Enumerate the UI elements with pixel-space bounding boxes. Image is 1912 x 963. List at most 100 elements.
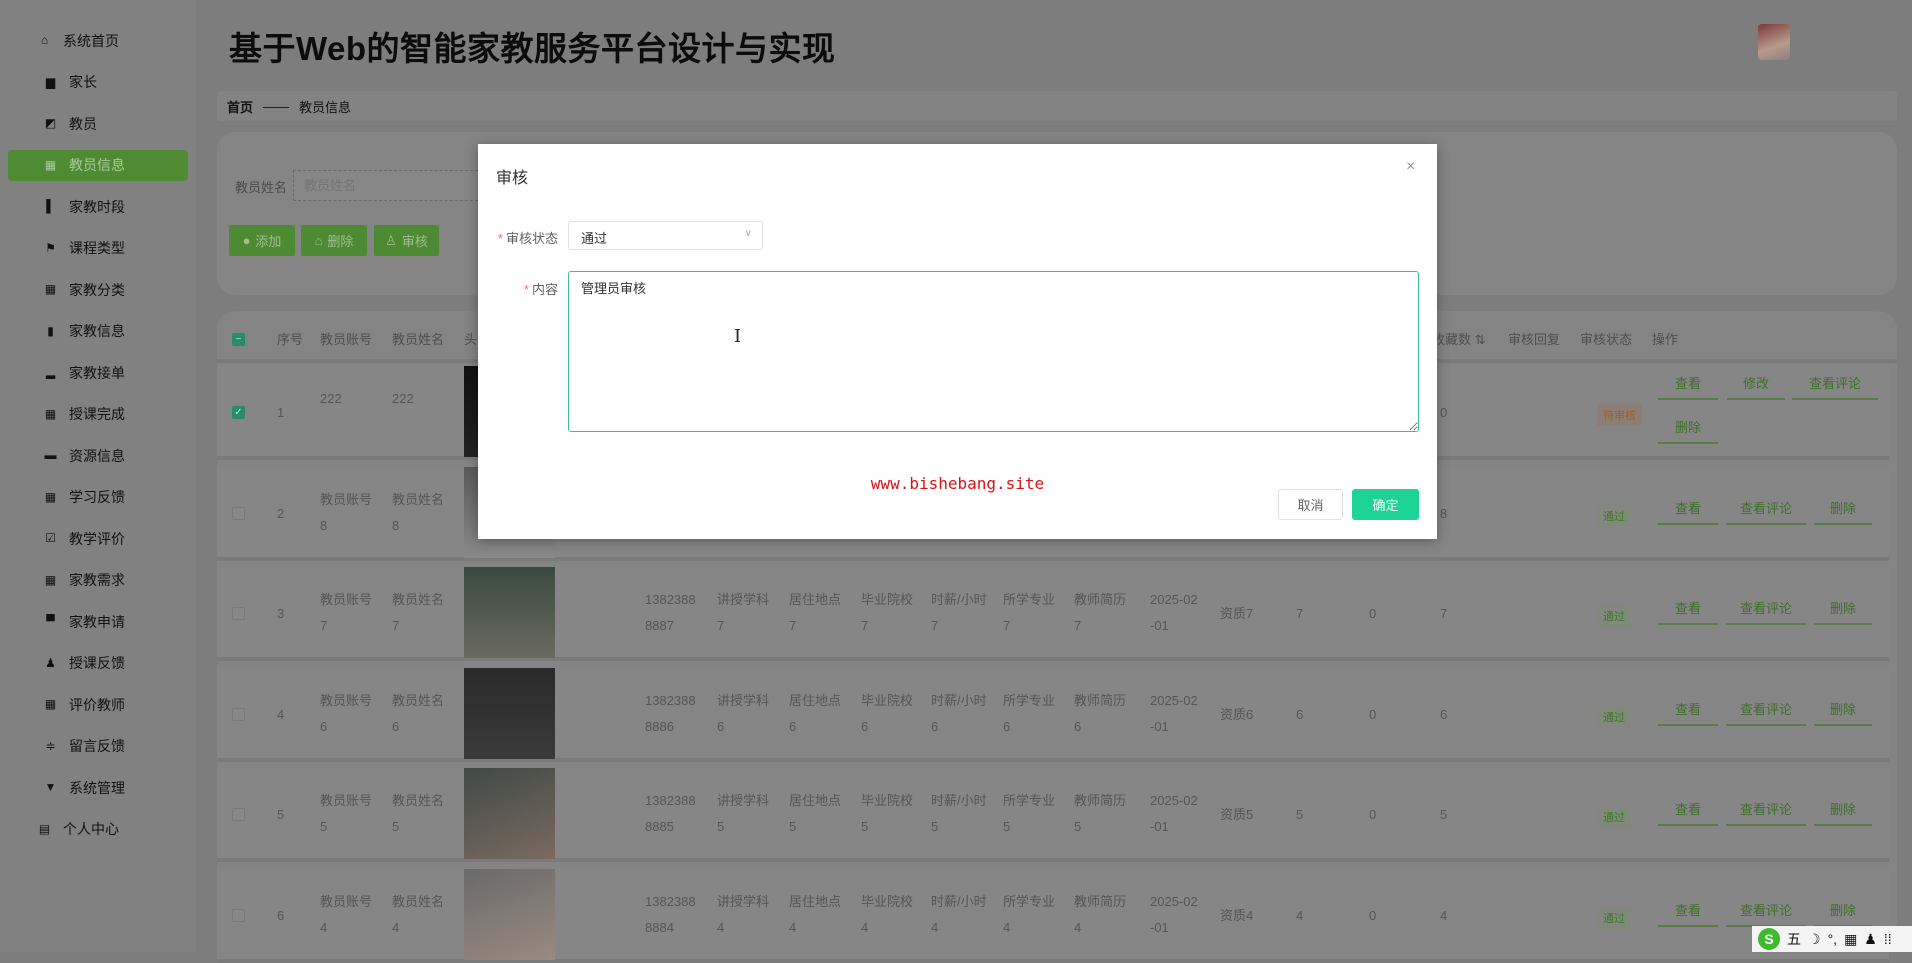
row-checkbox[interactable]	[232, 707, 245, 721]
sidebar-item[interactable]: ▦ 教员信息	[8, 149, 188, 181]
teacher-photo[interactable]	[464, 768, 555, 859]
action-button[interactable]: 查看	[1658, 796, 1718, 826]
ime-item[interactable]: ♟	[1864, 931, 1877, 948]
cell-wage: 时薪/小时6	[931, 692, 987, 734]
add-button[interactable]: ● 添加	[229, 225, 295, 256]
row-checkbox[interactable]	[232, 808, 245, 821]
status-badge: 通过	[1597, 504, 1631, 527]
chevron-down-icon: ∨	[744, 228, 752, 239]
sidebar-item[interactable]: ▦ 家教分类	[8, 274, 188, 305]
audit-label: 审核	[401, 234, 428, 249]
sidebar-item[interactable]: ◩ 教员	[8, 108, 188, 139]
sidebar-item-label: 家教分类	[69, 281, 125, 298]
sidebar-item[interactable]: ▬ 资源信息	[8, 440, 188, 471]
table-row: 3 教员账号7 教员姓名7 13823888887 讲授学科7 居住地点7 毕业院校7 时薪/…	[217, 567, 1889, 661]
header-index: 序号	[277, 332, 304, 347]
cell-index: 3	[277, 606, 285, 621]
cell-index: 4	[277, 706, 285, 722]
action-button[interactable]: 查看评论	[1726, 796, 1806, 826]
cell-qual: 资质6	[1220, 706, 1254, 722]
header-status: 审核状态	[1580, 332, 1633, 347]
audit-button[interactable]: ♙ 审核	[374, 225, 439, 256]
delete-button[interactable]: ⌂ 删除	[301, 225, 367, 256]
sidebar-item[interactable]: ♟ 授课反馈	[8, 648, 188, 679]
cell-name: 教员姓名4	[392, 893, 445, 935]
sidebar: ⌂ 系统首页 ▆ 家长 ◩ 教员 ▦ 教员信息 ▌ 家教时段 ⚑ 课程类型 ▦ 家教分类 ▮ 家教信息 ▂ 家教接…	[0, 0, 196, 952]
confirm-button[interactable]: 确定	[1352, 489, 1419, 520]
close-icon[interactable]: ×	[1406, 158, 1415, 176]
sidebar-item[interactable]: ▤ 个人中心	[8, 814, 188, 845]
sidebar-item-label: 教学评价	[69, 530, 125, 547]
cell-major: 所学专业4	[1003, 893, 1056, 935]
ime-mode[interactable]: 五	[1787, 929, 1801, 949]
select-all-checkbox[interactable]: −	[232, 333, 245, 346]
sidebar-item-label: 教员	[69, 115, 97, 132]
pushpin-icon: ▼	[44, 780, 57, 794]
ime-toolbar[interactable]: S 五 ☽ °, ▦ ♟ ⁞⁞	[1752, 926, 1912, 952]
user-avatar[interactable]	[1758, 24, 1790, 60]
row-checkbox[interactable]	[232, 908, 245, 922]
action-button[interactable]: 查看评论	[1726, 595, 1806, 625]
row-checkbox[interactable]	[232, 506, 245, 520]
cell-n3: 0	[1440, 405, 1448, 420]
user-icon: ♟	[45, 655, 56, 670]
sidebar-item[interactable]: ▼ 系统管理	[8, 772, 188, 803]
content-label: * 内容	[523, 282, 558, 297]
ime-item[interactable]: ⁞⁞	[1884, 931, 1892, 947]
text-cursor-icon: I	[734, 326, 742, 347]
cell-address: 居住地点5	[789, 793, 842, 834]
breadcrumb-home[interactable]: 首页	[227, 97, 253, 116]
action-button[interactable]: 删除	[1814, 595, 1872, 625]
sidebar-item[interactable]: ▦ 家教需求	[8, 565, 188, 596]
action-button[interactable]: 修改	[1727, 370, 1785, 400]
action-button[interactable]: 查看	[1658, 696, 1718, 726]
action-button[interactable]: 查看评论	[1792, 370, 1878, 400]
sidebar-item[interactable]: ▦ 学习反馈	[8, 482, 188, 513]
teacher-photo[interactable]	[464, 868, 555, 960]
sidebar-item[interactable]: ▆ 家长	[8, 67, 188, 98]
sidebar-item[interactable]: ▂ 家教接单	[8, 357, 188, 388]
ime-item[interactable]: ▦	[1844, 931, 1857, 948]
cell-subject: 讲授学科6	[717, 692, 770, 734]
sidebar-item[interactable]: ▦ 评价教师	[8, 689, 188, 720]
teacher-photo[interactable]	[464, 567, 555, 658]
action-button[interactable]: 删除	[1814, 897, 1872, 927]
sidebar-item[interactable]: ⌂ 系统首页	[8, 25, 188, 56]
home-icon: ⌂	[40, 33, 49, 47]
sidebar-item[interactable]: ▦ 授课完成	[8, 399, 188, 430]
action-button[interactable]: 删除	[1814, 495, 1872, 525]
audit-status-select[interactable]: 通过 ∨	[568, 221, 763, 250]
audit-content-textarea[interactable]: 管理员审核	[568, 271, 1419, 432]
action-button[interactable]: 查看评论	[1726, 696, 1806, 726]
action-button[interactable]: 查看	[1658, 370, 1718, 400]
action-button[interactable]: 查看	[1658, 897, 1718, 927]
ime-item[interactable]: °,	[1828, 931, 1838, 947]
teacher-name-search-input[interactable]	[293, 170, 483, 201]
sidebar-item[interactable]: ▌ 家教时段	[8, 191, 188, 222]
action-button[interactable]: 查看评论	[1726, 897, 1806, 927]
action-button[interactable]: 查看评论	[1726, 495, 1806, 525]
sidebar-item[interactable]: ☑ 教学评价	[8, 523, 188, 554]
sidebar-item[interactable]: ▀ 家教申请	[8, 606, 188, 637]
row-checkbox[interactable]: ✓	[232, 406, 245, 419]
cell-n1: 4	[1296, 907, 1304, 923]
action-button[interactable]: 查看	[1658, 595, 1718, 625]
action-button[interactable]: 删除	[1814, 696, 1872, 726]
ime-item[interactable]: ☽	[1808, 931, 1821, 948]
action-button[interactable]: 查看	[1658, 495, 1718, 525]
action-button[interactable]: 删除	[1814, 796, 1872, 826]
sidebar-item[interactable]: ⚑ 课程类型	[8, 233, 188, 264]
status-label: * 审核状态	[497, 231, 558, 246]
row-checkbox[interactable]	[232, 607, 245, 620]
action-button[interactable]: 删除	[1658, 414, 1718, 444]
teacher-photo[interactable]	[464, 667, 555, 759]
cell-date: 2025-02-01	[1150, 793, 1198, 834]
sidebar-item[interactable]: ≑ 留言反馈	[8, 731, 188, 762]
cell-major: 所学专业6	[1003, 692, 1056, 734]
sidebar-item-label: 家教时段	[69, 198, 125, 215]
cell-account: 教员账号6	[320, 692, 373, 734]
cancel-button[interactable]: 取消	[1278, 489, 1343, 520]
header-collect[interactable]: 收藏数 ⇅	[1432, 329, 1486, 348]
grid-icon: ▦	[44, 572, 57, 587]
sidebar-item[interactable]: ▮ 家教信息	[8, 316, 188, 347]
